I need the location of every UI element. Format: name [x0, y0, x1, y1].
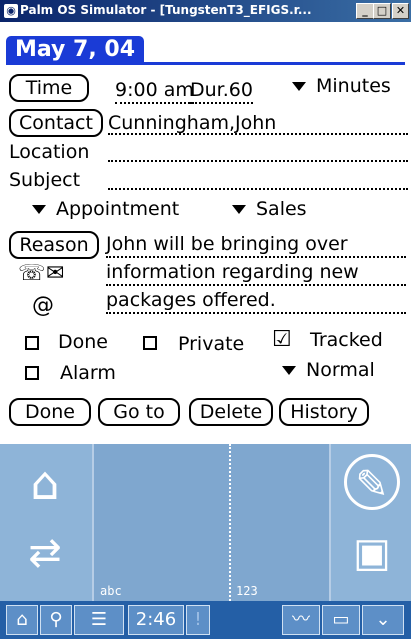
reason-line-2[interactable]: information regarding new [106, 260, 359, 284]
display-icon[interactable]: ▣ [342, 526, 402, 580]
alarm-checkbox-label: Alarm [60, 362, 116, 384]
window-title: Palm OS Simulator - [TungstenT3_EFIGS.r.… [20, 3, 312, 17]
reason-line-1[interactable]: John will be bringing over [106, 232, 348, 256]
reason-line-3[interactable]: packages offered. [106, 288, 276, 312]
time-value[interactable]: 9:00 am [115, 78, 194, 104]
private-checkbox-label: Private [178, 333, 245, 355]
category-trigger[interactable]: Sales [232, 197, 307, 221]
pen-icon[interactable]: ✎ [344, 454, 400, 510]
title-rule [6, 62, 405, 65]
tracked-checkbox-label: Tracked [310, 329, 383, 351]
priority-trigger[interactable]: Normal [282, 358, 375, 382]
location-label: Location [9, 141, 90, 163]
maximize-button[interactable]: □ [373, 3, 391, 19]
location-field[interactable] [108, 160, 408, 162]
menu-icon[interactable]: ☰ [74, 605, 124, 635]
alert-icon[interactable]: ! [186, 605, 210, 635]
reason-button[interactable]: Reason [9, 231, 99, 259]
graffiti-toggle-icon[interactable]: 〰 [282, 605, 320, 635]
graffiti-separator [329, 444, 331, 601]
category-label: Sales [256, 198, 307, 220]
done-checkbox[interactable] [25, 336, 39, 350]
clock[interactable]: 2:46 [128, 605, 184, 635]
close-button[interactable]: ✕ [392, 3, 409, 19]
type-trigger[interactable]: Appointment [32, 197, 179, 221]
contact-value[interactable]: Cunningham,John [108, 111, 276, 135]
app-icon: ◉ [4, 4, 18, 18]
find-icon[interactable]: ⚲ [40, 605, 72, 635]
home-icon[interactable]: ⌂ [12, 456, 78, 510]
duration-value[interactable]: Dur.60 [190, 78, 253, 104]
at-icon[interactable]: @ [32, 294, 54, 318]
form-header: May 7, 04 [0, 22, 411, 66]
private-checkbox[interactable] [143, 336, 157, 350]
minimize-button[interactable]: _ [356, 3, 374, 19]
duration-unit-label: Minutes [316, 75, 391, 97]
chevron-down-icon [292, 82, 306, 91]
window-title-bar: ◉ Palm OS Simulator - [TungstenT3_EFIGS.… [0, 0, 411, 22]
tracked-checkbox[interactable]: ☑ [272, 328, 292, 352]
sync-icon[interactable]: ⇄ [12, 526, 78, 580]
reason-underline-1 [106, 256, 406, 258]
time-button[interactable]: Time [9, 74, 89, 102]
goto-button[interactable]: Go to [98, 398, 180, 426]
done-button[interactable]: Done [9, 398, 91, 426]
home-status-icon[interactable]: ⌂ [6, 605, 38, 635]
status-bar: ⌂ ⚲ ☰ 2:46 ! 〰 ▭ ⌄ [0, 601, 411, 639]
num-label: 123 [236, 584, 258, 598]
alarm-checkbox[interactable] [25, 366, 39, 380]
subject-label: Subject [9, 169, 81, 191]
phone-icon[interactable]: ☏ [18, 262, 46, 286]
abc-label: abc [100, 584, 122, 598]
graffiti-divider [229, 444, 233, 601]
form-title: May 7, 04 [6, 36, 145, 64]
type-label: Appointment [56, 198, 180, 220]
reason-underline-3 [106, 312, 406, 314]
priority-label: Normal [306, 359, 375, 381]
subject-field[interactable] [108, 188, 408, 190]
history-button[interactable]: History [279, 398, 369, 426]
chevron-down-icon [282, 366, 296, 375]
done-checkbox-label: Done [58, 331, 108, 353]
email-icon[interactable]: ✉ [46, 262, 64, 286]
reason-underline-2 [106, 284, 406, 286]
collapse-input-icon[interactable]: ⌄ [362, 605, 404, 635]
graffiti-separator [92, 444, 94, 601]
chevron-down-icon [232, 205, 246, 214]
chevron-down-icon [32, 205, 46, 214]
rotate-icon[interactable]: ▭ [322, 605, 360, 635]
duration-unit-trigger[interactable]: Minutes [292, 74, 391, 98]
contact-underline [108, 133, 408, 135]
graffiti-area[interactable]: ⌂ ⇄ ✎ ▣ abc 123 [0, 444, 411, 601]
delete-button[interactable]: Delete [189, 398, 273, 426]
contact-button[interactable]: Contact [9, 109, 103, 137]
